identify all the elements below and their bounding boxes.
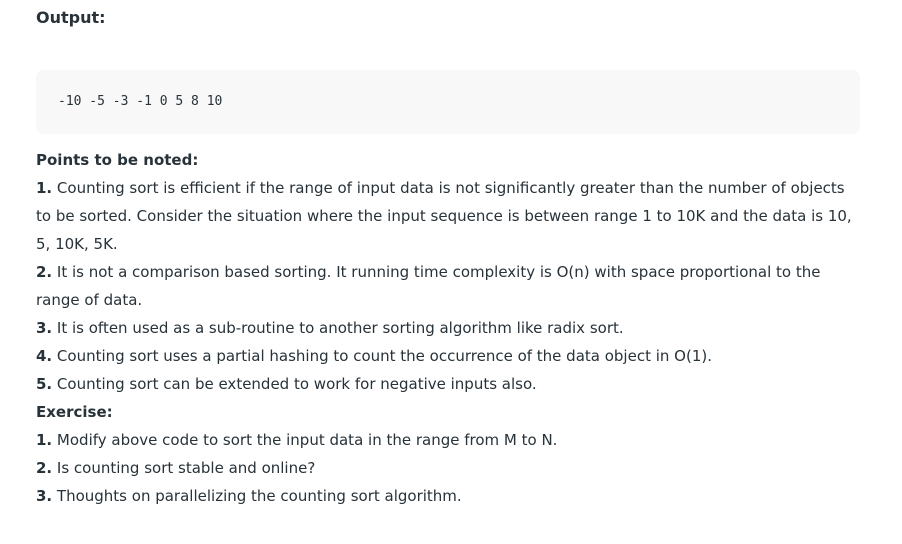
note-item-2-line-1: 2. It is not a comparison based sorting.… [36, 258, 866, 286]
exercise-item-1-number: 1. [36, 431, 53, 449]
note-item-4: 4. Counting sort uses a partial hashing … [36, 342, 866, 370]
exercise-item-3: 3. Thoughts on parallelizing the countin… [36, 482, 866, 510]
exercise-item-3-text: Thoughts on parallelizing the counting s… [56, 487, 462, 505]
note-item-2-line-2: range of data. [36, 291, 143, 309]
note-item-5-text: Counting sort can be extended to work fo… [56, 375, 537, 393]
note-item-2-number: 2. [36, 263, 53, 281]
note-item-1-line-3: 5, 10K, 5K. [36, 235, 118, 253]
exercise-item-2-number: 2. [36, 459, 53, 477]
note-item-3-text: It is often used as a sub-routine to ano… [56, 319, 624, 337]
exercise-item-2-text: Is counting sort stable and online? [56, 459, 316, 477]
note-item-1-text: Counting sort is efficient if the range … [56, 179, 845, 197]
note-item-3-number: 3. [36, 319, 53, 337]
notes-heading: Points to be noted: [36, 151, 199, 169]
article-body: Points to be noted: 1. Counting sort is … [36, 146, 866, 510]
exercise-item-1-text: Modify above code to sort the input data… [56, 431, 558, 449]
note-item-3: 3. It is often used as a sub-routine to … [36, 314, 866, 342]
note-item-1-line-1: 1. Counting sort is efficient if the ran… [36, 174, 866, 202]
output-heading: Output: [36, 8, 106, 27]
note-item-5: 5. Counting sort can be extended to work… [36, 370, 866, 398]
output-code-block: -10 -5 -3 -1 0 5 8 10 [36, 70, 860, 134]
output-code-text: -10 -5 -3 -1 0 5 8 10 [58, 94, 223, 109]
exercise-heading: Exercise: [36, 403, 113, 421]
exercise-item-1: 1. Modify above code to sort the input d… [36, 426, 866, 454]
exercise-item-3-number: 3. [36, 487, 53, 505]
note-item-1-number: 1. [36, 179, 53, 197]
note-item-4-text: Counting sort uses a partial hashing to … [56, 347, 712, 365]
note-item-1-line-2: to be sorted. Consider the situation whe… [36, 207, 852, 225]
note-item-2-text: It is not a comparison based sorting. It… [56, 263, 821, 281]
note-item-4-number: 4. [36, 347, 53, 365]
exercise-item-2: 2. Is counting sort stable and online? [36, 454, 866, 482]
note-item-5-number: 5. [36, 375, 53, 393]
